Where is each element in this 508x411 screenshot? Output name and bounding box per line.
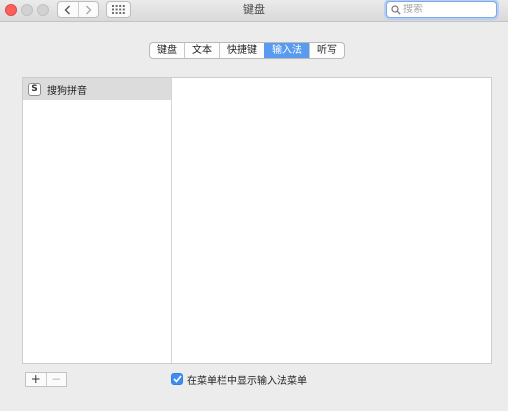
sogou-icon: S xyxy=(28,82,41,96)
input-sources-panel: S 搜狗拼音 xyxy=(22,77,492,364)
checkmark-icon xyxy=(172,375,182,383)
input-source-label: 搜狗拼音 xyxy=(47,85,87,97)
show-input-menu-checkbox[interactable] xyxy=(171,373,183,385)
show-input-menu-option[interactable]: 在菜单栏中显示输入法菜单 xyxy=(171,372,307,387)
preference-tabs: 键盘 文本 快捷键 输入法 听写 xyxy=(149,42,345,59)
show-all-button[interactable] xyxy=(106,1,131,18)
tab-dictation[interactable]: 听写 xyxy=(309,43,344,58)
back-forward-group xyxy=(57,1,99,18)
input-source-list[interactable]: S 搜狗拼音 xyxy=(23,78,172,363)
forward-button[interactable] xyxy=(77,2,99,17)
tab-keyboard[interactable]: 键盘 xyxy=(150,43,184,58)
search-field[interactable] xyxy=(386,1,497,18)
tab-shortcuts[interactable]: 快捷键 xyxy=(219,43,264,58)
input-source-detail xyxy=(173,78,491,363)
chevron-left-icon xyxy=(64,5,71,14)
add-input-source-button[interactable]: + xyxy=(26,373,46,386)
tab-text[interactable]: 文本 xyxy=(184,43,219,58)
list-item[interactable]: S 搜狗拼音 xyxy=(23,78,171,100)
title-bar: 键盘 xyxy=(0,0,508,22)
grid-icon xyxy=(112,5,125,14)
search-icon xyxy=(391,4,401,15)
search-input[interactable] xyxy=(403,4,495,15)
tab-input-sources[interactable]: 输入法 xyxy=(264,43,309,58)
show-input-menu-label: 在菜单栏中显示输入法菜单 xyxy=(187,375,307,387)
chevron-right-icon xyxy=(85,5,92,14)
add-remove-group: + − xyxy=(25,372,67,387)
remove-input-source-button[interactable]: − xyxy=(45,373,67,386)
back-button[interactable] xyxy=(58,2,78,17)
